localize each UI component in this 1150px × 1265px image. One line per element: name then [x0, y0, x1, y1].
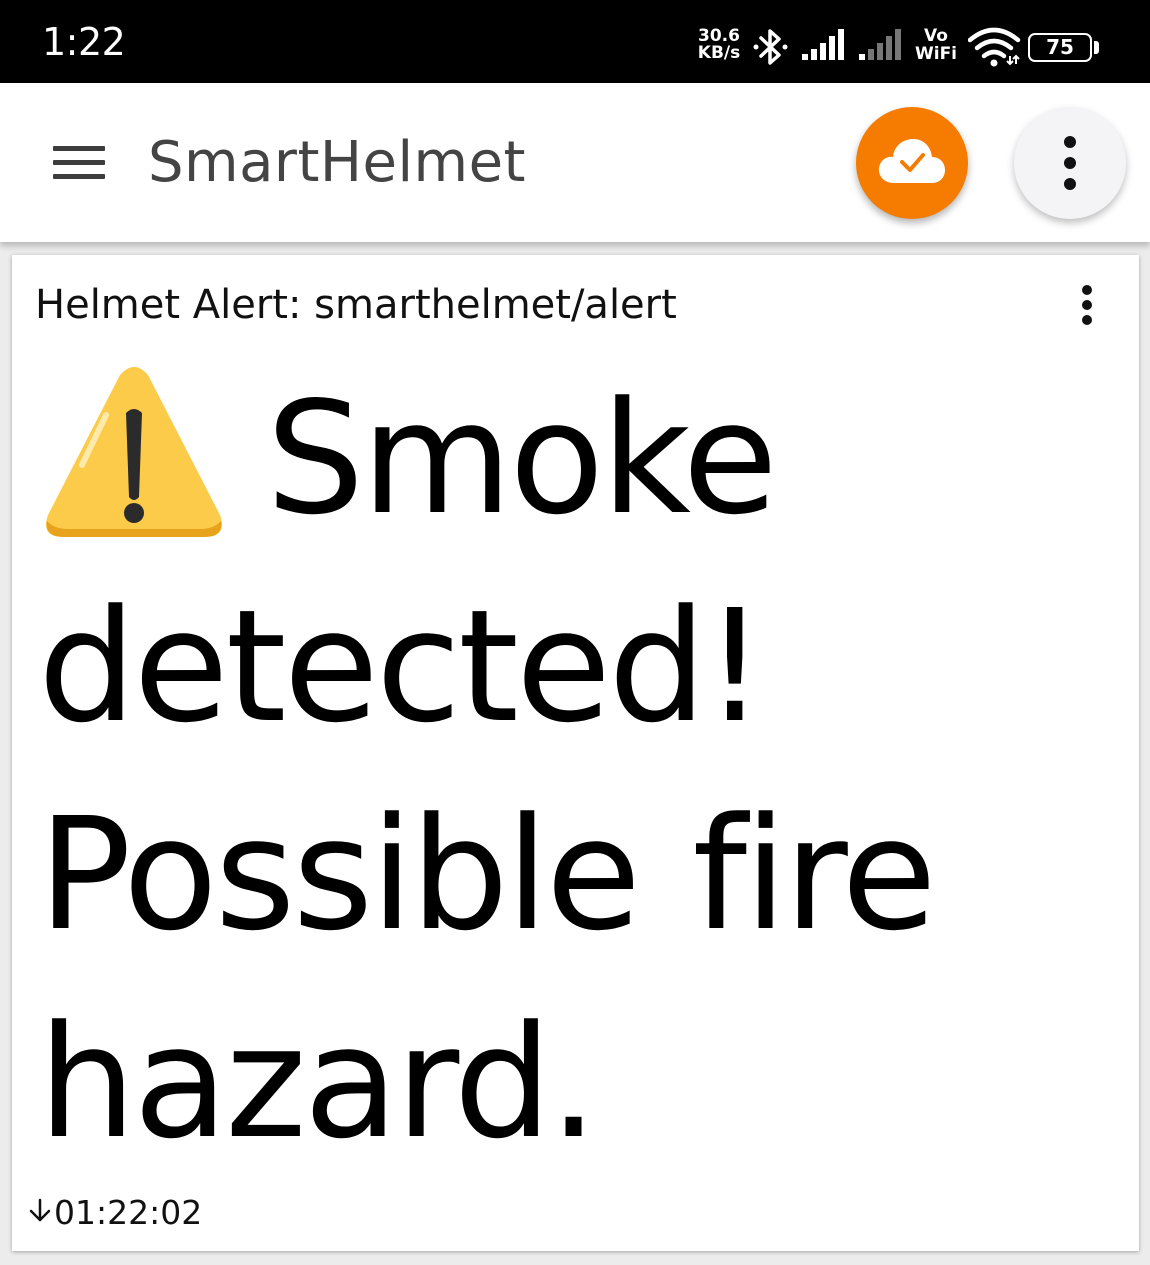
network-speed: 30.6 KB/s	[691, 28, 747, 62]
wifi-icon	[968, 27, 1021, 67]
card-title: Helmet Alert: smarthelmet/alert	[35, 282, 677, 328]
overflow-menu-button[interactable]	[1014, 107, 1126, 219]
status-time: 1:22	[42, 20, 126, 64]
signal-strength-sim2-icon	[859, 29, 901, 60]
bluetooth-icon	[753, 29, 788, 65]
battery-tip	[1094, 41, 1099, 54]
battery-icon: 75	[1028, 33, 1092, 62]
cloud-status-button[interactable]	[856, 107, 968, 219]
app-title: SmartHelmet	[148, 130, 526, 195]
alert-card: Helmet Alert: smarthelmet/alert Smoke de…	[12, 255, 1139, 1251]
vowifi-wifi-label: WiFi	[914, 44, 958, 64]
status-bar: 1:22 30.6 KB/s Vo WiFi 75	[0, 0, 1150, 83]
app-bar: SmartHelmet	[0, 83, 1150, 242]
network-speed-unit: KB/s	[697, 43, 741, 63]
vowifi-indicator: Vo WiFi	[912, 27, 960, 63]
timestamp-text: 01:22:02	[54, 1193, 203, 1232]
cloud-check-icon	[878, 139, 945, 183]
card-more-vert-icon[interactable]	[1072, 283, 1102, 325]
menu-icon[interactable]	[53, 146, 105, 180]
alert-message: Smoke detected! Possible fire hazard.	[38, 368, 937, 1173]
message-timestamp: 01:22:02	[28, 1193, 202, 1233]
vowifi-vo-label: Vo	[924, 26, 948, 46]
arrow-down-icon	[29, 1198, 51, 1222]
signal-strength-sim1-icon	[802, 29, 844, 60]
